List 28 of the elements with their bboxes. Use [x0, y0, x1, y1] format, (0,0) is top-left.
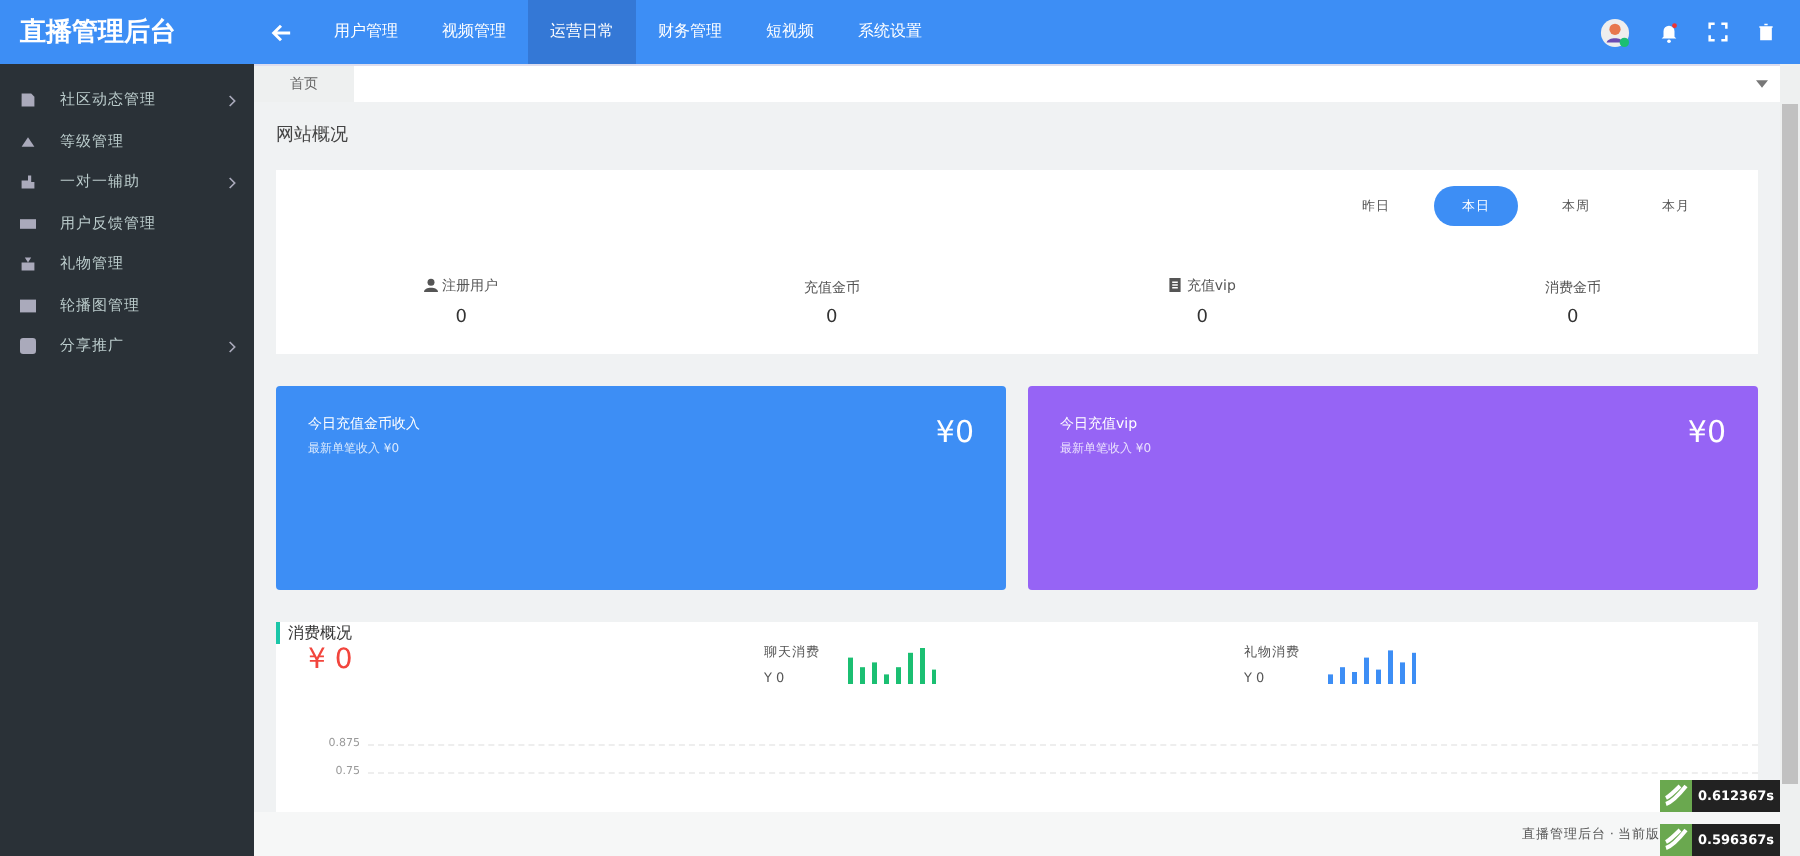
scrollbar[interactable]	[1780, 64, 1800, 856]
back-arrow-icon[interactable]	[270, 21, 292, 43]
nav-tab[interactable]: 运营日常	[528, 0, 636, 64]
menu-list-icon	[20, 215, 36, 232]
menu-image-icon	[20, 297, 36, 314]
dropdown-caret-icon[interactable]	[1756, 80, 1768, 88]
chevron-right-icon	[228, 175, 238, 190]
menu-document-icon	[20, 92, 36, 109]
avatar-icon[interactable]	[1600, 17, 1630, 47]
brand-title: 直播管理后台	[18, 15, 178, 50]
menu-triangle-icon	[20, 133, 36, 150]
bell-icon[interactable]	[1658, 21, 1680, 43]
consumption-total: ¥ 0	[306, 644, 355, 676]
chevron-right-icon	[228, 339, 238, 354]
fullscreen-icon[interactable]	[1708, 22, 1728, 42]
income-amount: ¥0	[935, 414, 974, 454]
chevron-right-icon	[228, 93, 238, 108]
trash-icon[interactable]	[1756, 22, 1776, 42]
user-icon	[424, 278, 439, 292]
stat-value: 0	[1565, 308, 1581, 328]
section-title: 网站概况	[276, 123, 350, 150]
income-amount: ¥0	[1687, 414, 1726, 454]
stat-value: 0	[824, 308, 840, 328]
stat-value: 0	[453, 308, 469, 328]
consumption-title: 消费概况	[276, 622, 1758, 644]
book-icon	[1168, 278, 1183, 292]
menu-gift-icon	[20, 256, 36, 273]
stat-value: 0	[1194, 308, 1210, 328]
